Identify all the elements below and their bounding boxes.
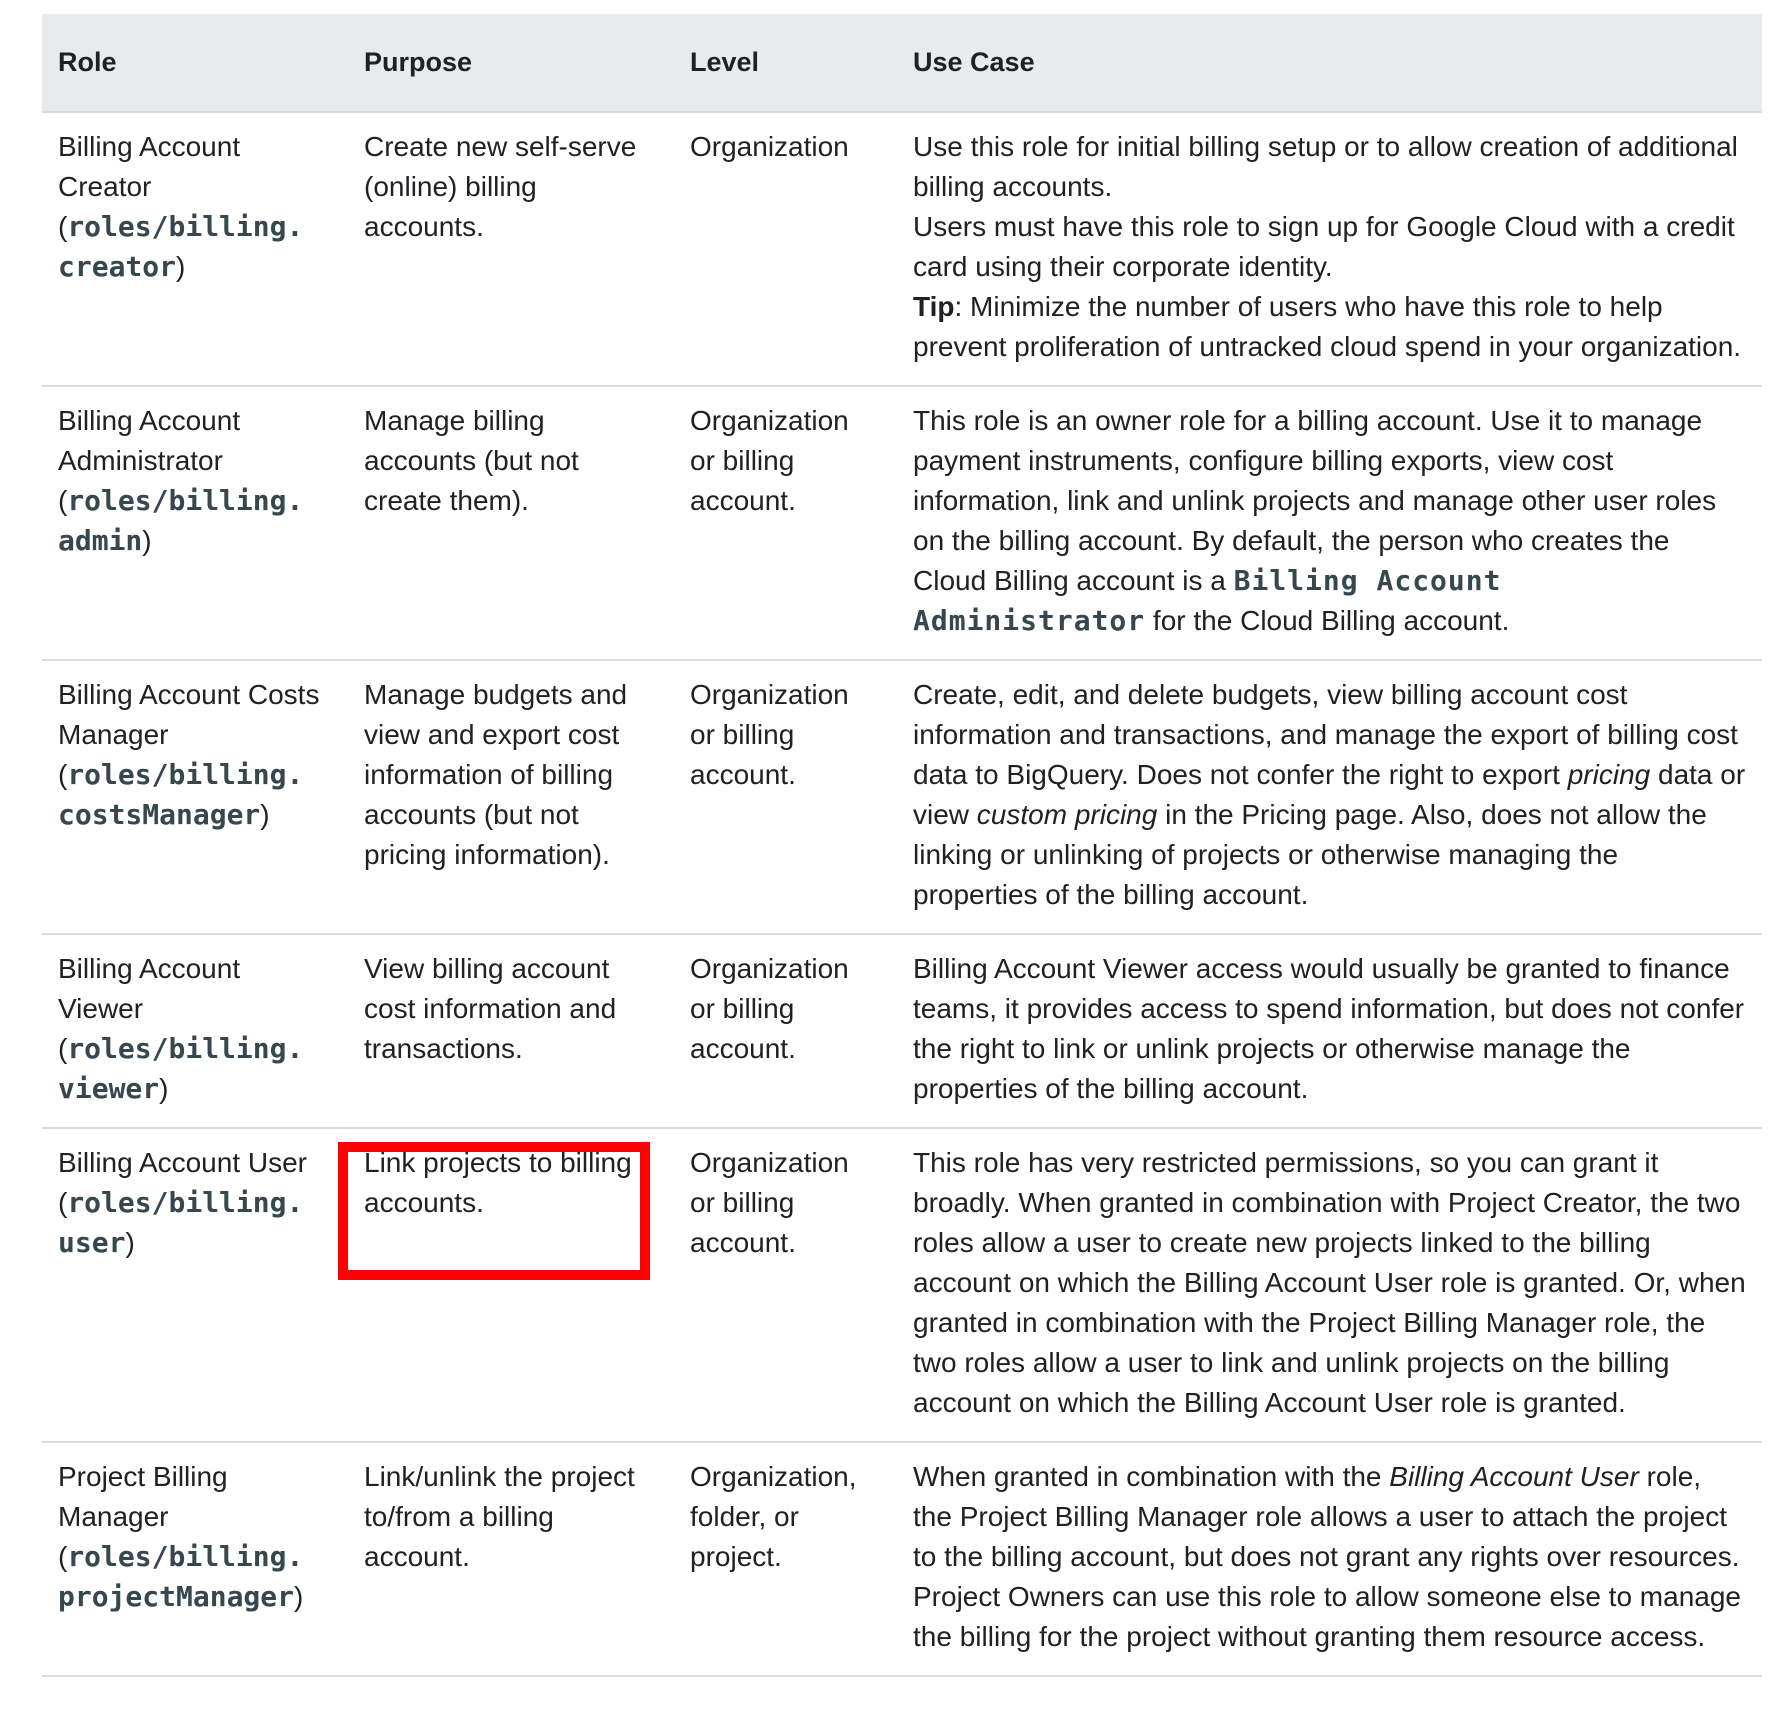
- role-id-code-b: costsManager: [58, 798, 261, 831]
- table-row: Billing Account User (roles/billing. use…: [42, 1128, 1762, 1443]
- role-id-code-a: roles/billing.: [67, 210, 304, 243]
- role-id-code-a: roles/billing.: [67, 1540, 304, 1573]
- role-id-cont: user): [58, 1223, 332, 1263]
- role-id-paren-open: (: [58, 1033, 68, 1064]
- page: Role Purpose Level Use Case Billing Acco…: [0, 0, 1784, 1736]
- role-id-cont: viewer): [58, 1069, 332, 1109]
- purpose-cell: View billing account cost information an…: [348, 934, 674, 1129]
- table-row: Billing Account Administrator (roles/bil…: [42, 386, 1762, 661]
- header-role: Role: [42, 14, 348, 113]
- table-row: Billing Account Creator (roles/billing. …: [42, 112, 1762, 387]
- role-id: (roles/billing.: [58, 481, 332, 521]
- level-cell: Organization or billing account.: [674, 1128, 897, 1443]
- role-id-paren-open: (: [58, 1187, 68, 1218]
- role-id-paren-open: (: [58, 485, 68, 516]
- use-case-cell: This role is an owner role for a billing…: [897, 386, 1762, 661]
- role-id-code-a: roles/billing.: [67, 1186, 304, 1219]
- table-row: Billing Account Viewer (roles/billing. v…: [42, 934, 1762, 1129]
- role-id: (roles/billing.: [58, 1029, 332, 1069]
- level-cell: Organization, folder, or project.: [674, 1442, 897, 1677]
- header-level: Level: [674, 14, 897, 113]
- use-case-text: Users must have this role to sign up for…: [913, 211, 1735, 282]
- use-case-text: for the Cloud Billing account.: [1145, 605, 1510, 636]
- role-id-paren-open: (: [58, 759, 68, 790]
- role-name: Billing Account Administrator: [58, 405, 241, 476]
- use-case-emphasis: custom pricing: [976, 799, 1158, 830]
- role-name: Billing Account Costs Manager: [58, 679, 320, 750]
- tip-text: : Minimize the number of users who have …: [913, 291, 1742, 362]
- use-case-cell: Billing Account Viewer access would usua…: [897, 934, 1762, 1129]
- role-id: (roles/billing.: [58, 1537, 332, 1577]
- level-cell: Organization or billing account.: [674, 934, 897, 1129]
- billing-roles-table: Role Purpose Level Use Case Billing Acco…: [42, 14, 1762, 1677]
- role-name: Billing Account Creator: [58, 131, 241, 202]
- role-id-paren-close: ): [159, 1073, 169, 1104]
- role-id-cont: admin): [58, 521, 332, 561]
- role-id-paren-close: ): [125, 1227, 135, 1258]
- level-cell: Organization: [674, 112, 897, 387]
- role-id-paren-close: ): [142, 525, 152, 556]
- role-id-code-b: creator: [58, 250, 177, 283]
- role-name: Billing Account Viewer: [58, 953, 241, 1024]
- role-id: (roles/billing.: [58, 755, 332, 795]
- role-cell: Billing Account User (roles/billing. use…: [42, 1128, 348, 1443]
- table-row: Project Billing Manager (roles/billing. …: [42, 1442, 1762, 1677]
- purpose-cell: Manage budgets and view and export cost …: [348, 660, 674, 935]
- use-case-text: Use this role for initial billing setup …: [913, 131, 1738, 202]
- role-id-code-b: user: [58, 1226, 126, 1259]
- role-cell: Project Billing Manager (roles/billing. …: [42, 1442, 348, 1677]
- role-id-code-a: roles/billing.: [67, 1032, 304, 1065]
- use-case-cell: Create, edit, and delete budgets, view b…: [897, 660, 1762, 935]
- role-id-paren-open: (: [58, 1541, 68, 1572]
- role-id-cont: projectManager): [58, 1577, 332, 1617]
- purpose-cell-highlighted: Link projects to billing accounts.: [348, 1128, 674, 1443]
- role-name: Project Billing Manager: [58, 1461, 228, 1532]
- use-case-cell: Use this role for initial billing setup …: [897, 112, 1762, 387]
- role-id-cont: costsManager): [58, 795, 332, 835]
- level-cell: Organization or billing account.: [674, 386, 897, 661]
- purpose-cell: Manage billing accounts (but not create …: [348, 386, 674, 661]
- use-case-cell: This role has very restricted permission…: [897, 1128, 1762, 1443]
- role-cell: Billing Account Administrator (roles/bil…: [42, 386, 348, 661]
- role-cell: Billing Account Creator (roles/billing. …: [42, 112, 348, 387]
- purpose-cell: Create new self-serve (online) billing a…: [348, 112, 674, 387]
- role-name: Billing Account User: [58, 1147, 308, 1178]
- role-id-cont: creator): [58, 247, 332, 287]
- use-case-text: When granted in combination with the: [913, 1461, 1390, 1492]
- use-case-cell: When granted in combination with the Bil…: [897, 1442, 1762, 1677]
- purpose-cell: Link/unlink the project to/from a billin…: [348, 1442, 674, 1677]
- role-id-code-b: projectManager: [58, 1580, 295, 1613]
- table-row: Billing Account Costs Manager (roles/bil…: [42, 660, 1762, 935]
- tip-label: Tip: [913, 291, 955, 322]
- use-case-emphasis: pricing: [1567, 759, 1651, 790]
- role-id-code-a: roles/billing.: [67, 484, 304, 517]
- header-purpose: Purpose: [348, 14, 674, 113]
- level-cell: Organization or billing account.: [674, 660, 897, 935]
- header-use-case: Use Case: [897, 14, 1762, 113]
- role-id-code-a: roles/billing.: [67, 758, 304, 791]
- role-id-code-b: viewer: [58, 1072, 160, 1105]
- role-id-paren-close: ): [294, 1581, 304, 1612]
- role-id: (roles/billing.: [58, 207, 332, 247]
- role-id-code-b: admin: [58, 524, 143, 557]
- role-cell: Billing Account Costs Manager (roles/bil…: [42, 660, 348, 935]
- use-case-tip: Tip: Minimize the number of users who ha…: [913, 287, 1746, 367]
- use-case-emphasis: Billing Account User: [1389, 1461, 1639, 1492]
- table-header-row: Role Purpose Level Use Case: [42, 14, 1762, 113]
- role-id-paren-close: ): [176, 251, 186, 282]
- role-id: (roles/billing.: [58, 1183, 332, 1223]
- role-cell: Billing Account Viewer (roles/billing. v…: [42, 934, 348, 1129]
- role-id-paren-close: ): [260, 799, 270, 830]
- role-id-paren-open: (: [58, 211, 68, 242]
